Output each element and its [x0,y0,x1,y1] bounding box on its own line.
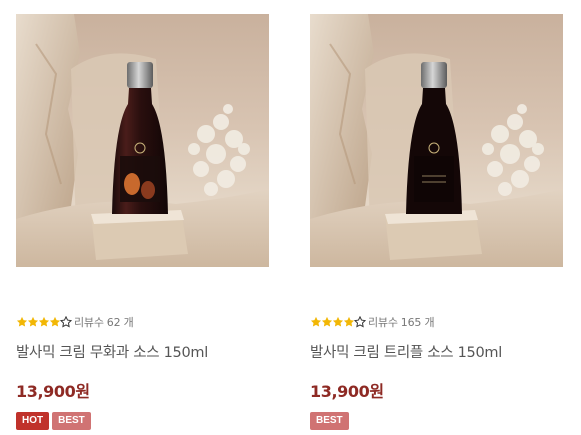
product-name[interactable]: 발사믹 크림 무화과 소스 150ml [16,341,269,362]
balsamic-triple-bottle-photo [310,14,563,267]
review-count: 리뷰수 165 개 [368,314,435,330]
product-price: 13,900원 [16,382,90,401]
review-label: 리뷰수 [368,316,398,329]
product-card[interactable]: 리뷰수 62 개 발사믹 크림 무화과 소스 150ml 13,900원 HOT … [16,14,269,430]
product-name[interactable]: 발사믹 크림 트리플 소스 150ml [310,341,563,362]
rating-row: 리뷰수 62 개 [16,314,269,330]
best-badge: BEST [310,412,349,430]
review-count-value: 165 개 [400,316,435,329]
product-image[interactable] [310,14,563,267]
rating-row: 리뷰수 165 개 [310,314,563,330]
balsamic-fig-bottle-photo [16,14,269,267]
hot-badge: HOT [16,412,50,430]
star-icons [16,316,72,328]
review-count-value: 62 개 [106,316,134,329]
star-rating [310,315,367,329]
star-icons [310,316,366,328]
badge-list: BEST [310,412,563,430]
product-grid: 리뷰수 62 개 발사믹 크림 무화과 소스 150ml 13,900원 HOT … [0,0,581,435]
star-rating [16,315,73,329]
product-image[interactable] [16,14,269,267]
product-price: 13,900원 [310,382,384,401]
product-card[interactable]: 리뷰수 165 개 발사믹 크림 트리플 소스 150ml 13,900원 BES… [310,14,563,430]
review-label: 리뷰수 [74,316,104,329]
best-badge: BEST [52,412,91,430]
badge-list: HOT BEST [16,412,269,430]
review-count: 리뷰수 62 개 [74,314,134,330]
